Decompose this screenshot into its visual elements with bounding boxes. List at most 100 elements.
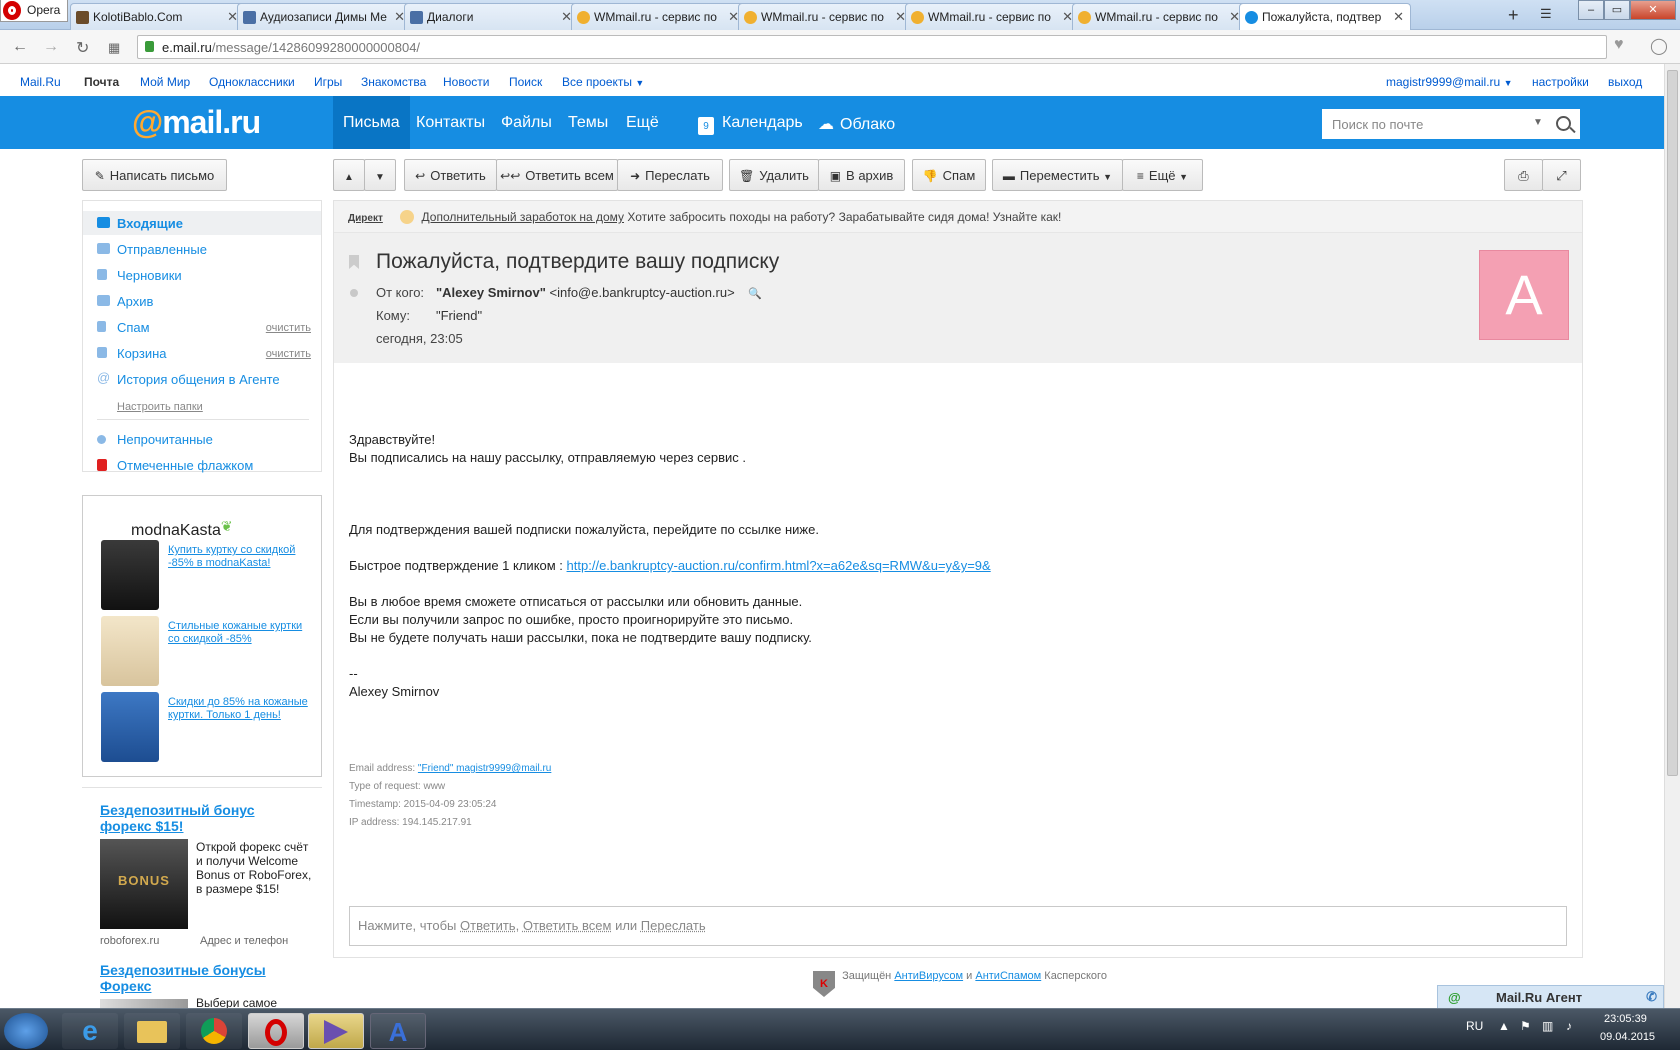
confirm-link[interactable]: http://e.bankruptcy-auction.ru/confirm.h…: [567, 558, 991, 573]
nav-themes[interactable]: Темы: [558, 96, 618, 149]
close-window-button[interactable]: ✕: [1630, 0, 1676, 20]
vertical-scrollbar[interactable]: [1664, 64, 1680, 1008]
prev-message-button[interactable]: ▲: [333, 159, 365, 191]
archive-button[interactable]: ▣ В архив: [818, 159, 905, 191]
tray-arrow-icon[interactable]: ▲: [1498, 1019, 1510, 1033]
portal-link-pochta[interactable]: Почта: [84, 75, 119, 89]
logout-link[interactable]: выход: [1608, 75, 1642, 89]
reply-button[interactable]: ↩ Ответить: [404, 159, 497, 191]
browser-tab[interactable]: WMmail.ru - сервис по ✕: [571, 3, 746, 30]
folder-spam[interactable]: Спам очистить: [83, 315, 321, 339]
print-button[interactable]: ⎙: [1504, 159, 1543, 191]
back-icon[interactable]: ←: [12, 38, 28, 56]
nav-cloud[interactable]: ☁ Облако: [808, 96, 905, 149]
ad-title[interactable]: Бездепозитный бонус форекс $15!: [100, 802, 300, 834]
opera-taskbar-icon[interactable]: [248, 1013, 304, 1049]
browser-tab[interactable]: WMmail.ru - сервис по ✕: [905, 3, 1080, 30]
folder-inbox[interactable]: Входящие: [83, 211, 321, 235]
quick-reply-link[interactable]: Ответить: [460, 918, 516, 933]
chrome-icon[interactable]: [186, 1013, 242, 1049]
flag-icon[interactable]: ⚑: [1520, 1019, 1531, 1033]
more-button[interactable]: ≡ Ещё ▼: [1122, 159, 1203, 191]
maximize-button[interactable]: ▭: [1604, 0, 1630, 20]
clear-spam-link[interactable]: очистить: [266, 322, 311, 334]
jacket-image[interactable]: [101, 616, 159, 686]
nav-more[interactable]: Ещё: [616, 96, 669, 149]
internet-explorer-icon[interactable]: e: [62, 1013, 118, 1049]
portal-link-news[interactable]: Новости: [443, 75, 489, 89]
antispam-link[interactable]: АнтиСпамом: [975, 970, 1041, 982]
expand-button[interactable]: ⤢: [1542, 159, 1581, 191]
quick-reply-box[interactable]: Нажмите, чтобы Ответить, Ответить всем и…: [349, 906, 1567, 946]
quick-reply-all-link[interactable]: Ответить всем: [523, 918, 612, 933]
settings-link[interactable]: настройки: [1532, 75, 1589, 89]
search-icon[interactable]: 🔍: [748, 288, 762, 300]
folder-agent-history[interactable]: @ История общения в Агенте: [83, 367, 321, 391]
reload-icon[interactable]: ↻: [76, 38, 89, 58]
ad-title[interactable]: Бездепозитные бонусы Форекс: [100, 962, 300, 994]
start-button[interactable]: [4, 1013, 48, 1049]
folder-sent[interactable]: Отправленные: [83, 237, 321, 261]
search-icon[interactable]: [1556, 116, 1571, 131]
browser-tab[interactable]: KolotiBablo.Com ✕: [70, 3, 245, 30]
mailru-logo[interactable]: @mail.ru: [132, 104, 261, 141]
chevron-down-icon[interactable]: ▼: [1533, 117, 1543, 128]
from-value[interactable]: "Alexey Smirnov" <info@e.bankruptcy-auct…: [436, 285, 762, 300]
network-icon[interactable]: ▥: [1542, 1019, 1553, 1033]
compose-button[interactable]: ✎ Написать письмо: [82, 159, 227, 191]
opera-menu-button[interactable]: Opera: [0, 0, 68, 22]
jacket-image[interactable]: [101, 540, 159, 610]
portal-link-odnoklassniki[interactable]: Одноклассники: [209, 75, 295, 89]
quick-forward-link[interactable]: Переслать: [641, 918, 706, 933]
browser-tab-active[interactable]: Пожалуйста, подтвер ✕: [1239, 3, 1411, 31]
profile-icon[interactable]: ◯: [1650, 36, 1668, 56]
nav-files[interactable]: Файлы: [491, 96, 562, 149]
nav-contacts[interactable]: Контакты: [406, 96, 495, 149]
mailru-agent-bar[interactable]: @ Mail.Ru Агент ✆: [1437, 985, 1664, 1009]
direct-label[interactable]: Директ: [348, 213, 383, 224]
browser-tab[interactable]: WMmail.ru - сервис по ✕: [1072, 3, 1247, 30]
ad-link[interactable]: Скидки до 85% на кожаные куртки. Только …: [168, 696, 308, 722]
nav-letters[interactable]: Письма: [333, 96, 410, 149]
bonus-image[interactable]: BONUS: [100, 839, 188, 929]
browser-tab[interactable]: Аудиозаписи Димы Ме ✕: [237, 3, 412, 30]
next-message-button[interactable]: ▼: [364, 159, 396, 191]
volume-icon[interactable]: ♪: [1566, 1019, 1572, 1033]
reply-all-button[interactable]: ↩↩ Ответить всем: [496, 159, 618, 191]
read-status-icon[interactable]: [350, 289, 358, 297]
clear-trash-link[interactable]: очистить: [266, 348, 311, 360]
move-button[interactable]: ▬ Переместить ▼: [992, 159, 1123, 191]
url-input[interactable]: e.mail.ru/message/14286099280000000804/: [137, 35, 1607, 59]
scrollbar-thumb[interactable]: [1667, 70, 1678, 776]
portal-link-dating[interactable]: Знакомства: [361, 75, 426, 89]
speed-dial-icon[interactable]: ▦: [108, 40, 120, 56]
direct-link[interactable]: Дополнительный заработок на дому: [422, 210, 624, 224]
phone-icon[interactable]: ✆: [1646, 989, 1657, 1005]
portal-link-games[interactable]: Игры: [314, 75, 342, 89]
delete-button[interactable]: 🗑 Удалить: [729, 159, 819, 191]
folder-trash[interactable]: Корзина очистить: [83, 341, 321, 365]
minimize-button[interactable]: –: [1578, 0, 1604, 20]
meta-email-link[interactable]: "Friend" magistr9999@mail.ru: [418, 763, 551, 774]
spam-button[interactable]: 👎 Спам: [912, 159, 986, 191]
user-menu[interactable]: magistr9999@mail.ru ▼: [1386, 75, 1513, 89]
ad-link[interactable]: Стильные кожаные куртки со скидкой -85%: [168, 620, 308, 646]
heart-icon[interactable]: ♥: [1614, 36, 1624, 54]
ad-address[interactable]: Адрес и телефон: [200, 935, 288, 947]
antivirus-link[interactable]: АнтиВирусом: [894, 970, 963, 982]
to-value[interactable]: "Friend": [436, 308, 482, 323]
language-indicator[interactable]: RU: [1466, 1019, 1483, 1033]
clock-time[interactable]: 23:05:39: [1604, 1013, 1647, 1025]
ad-modnakasta[interactable]: modnaKasta❦ Купить куртку со скидкой -85…: [82, 495, 322, 777]
nav-calendar[interactable]: 9 Календарь: [688, 96, 813, 149]
folder-archive[interactable]: Архив: [83, 289, 321, 313]
filter-unread[interactable]: Непрочитанные: [83, 427, 321, 451]
forward-icon[interactable]: →: [43, 38, 59, 56]
clock-date[interactable]: 09.04.2015: [1600, 1031, 1655, 1043]
portal-link-mailru[interactable]: Mail.Ru: [20, 75, 61, 89]
ad-domain[interactable]: roboforex.ru: [100, 935, 159, 947]
portal-link-all-projects[interactable]: Все проекты ▼: [562, 75, 644, 89]
ad-roboforex[interactable]: Бездепозитный бонус форекс $15! BONUS От…: [82, 787, 322, 1010]
sender-avatar[interactable]: A: [1479, 250, 1569, 340]
app-icon[interactable]: A: [370, 1013, 426, 1049]
